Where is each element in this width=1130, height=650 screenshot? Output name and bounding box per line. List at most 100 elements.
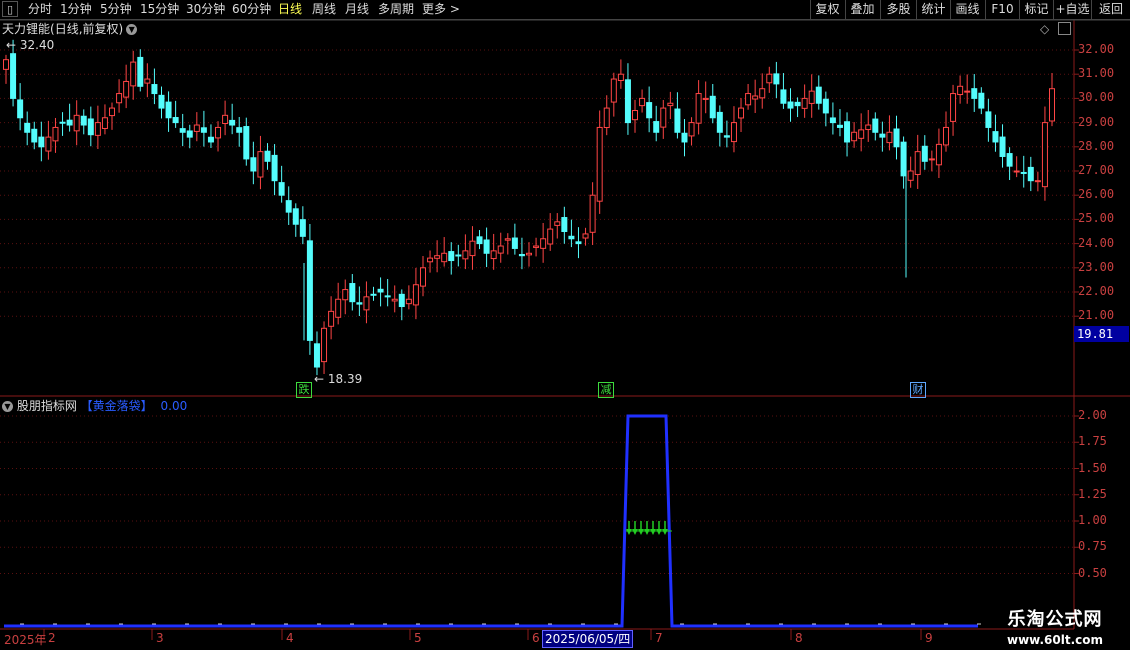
low-price-label: ← 18.39: [314, 372, 363, 386]
period-tab-10[interactable]: 更多 >: [422, 1, 460, 18]
candle-body: [596, 126, 603, 202]
candle-body: [1013, 170, 1020, 173]
candle-body: [299, 219, 306, 237]
stock-name[interactable]: 天力锂能: [0, 22, 50, 36]
period-tab-8[interactable]: 月线: [345, 1, 369, 18]
candle-body: [518, 253, 525, 257]
toolbar-button-7[interactable]: +自选: [1053, 0, 1091, 19]
candle-body: [490, 250, 497, 260]
period-tab-2[interactable]: 5分钟: [100, 1, 132, 18]
candle-body: [928, 158, 935, 161]
candle-body: [87, 118, 94, 136]
candle-body: [561, 217, 568, 233]
candle-body: [794, 101, 801, 107]
period-tab-0[interactable]: 分时: [28, 1, 52, 18]
candle-body: [412, 284, 419, 306]
candle-body: [179, 128, 186, 133]
candle-body: [3, 59, 9, 70]
candle-body: [207, 136, 214, 143]
year-label: 2025年: [4, 633, 47, 647]
down-arrow-head: [638, 529, 644, 535]
candle-body: [441, 252, 448, 263]
signal-marker-cai[interactable]: 财: [910, 382, 926, 398]
price-tick-label: 25.00: [1078, 211, 1115, 226]
candle-body: [801, 97, 808, 109]
period-tab-1[interactable]: 1分钟: [60, 1, 92, 18]
candle-body: [476, 236, 483, 245]
down-arrow-head: [650, 529, 656, 535]
candle-body: [144, 78, 151, 84]
indicator-name[interactable]: 股朋指标网: [17, 399, 77, 413]
candle-body: [660, 107, 667, 128]
indicator-value: 0.00: [160, 399, 188, 413]
watermark: 乐淘公式网 www.60lt.com: [985, 605, 1125, 647]
candle-body: [844, 121, 851, 143]
toolbar-button-5[interactable]: F10: [985, 0, 1019, 19]
candle-body: [504, 238, 511, 241]
candle-body: [257, 151, 264, 178]
menu-icon[interactable]: ▯: [2, 1, 18, 17]
toolbar-button-0[interactable]: 复权: [810, 0, 844, 19]
candle-body: [328, 310, 335, 327]
period-tab-3[interactable]: 15分钟: [140, 1, 179, 18]
indicator-formula: 【黄金落袋】: [80, 399, 153, 413]
candle-body: [815, 86, 822, 104]
period-tab-9[interactable]: 多周期: [378, 1, 414, 18]
candle-body: [306, 240, 313, 341]
period-tab-4[interactable]: 30分钟: [186, 1, 225, 18]
down-arrow-head: [656, 529, 662, 535]
candle-body: [285, 200, 292, 213]
candle-body: [851, 131, 858, 142]
toolbar-button-2[interactable]: 多股: [880, 0, 916, 19]
candle-body: [568, 235, 575, 240]
candle-body: [31, 128, 38, 143]
candle-body: [1034, 180, 1041, 183]
indicator-tick-label: 1.50: [1078, 460, 1107, 475]
candle-body: [1027, 166, 1034, 182]
candle-body: [172, 117, 179, 124]
period-tab-5[interactable]: 60分钟: [232, 1, 271, 18]
candle-body: [723, 135, 730, 138]
candle-body: [66, 119, 73, 126]
signal-marker-jian[interactable]: 减: [598, 382, 614, 398]
period-tab-7[interactable]: 周线: [312, 1, 336, 18]
candle-body: [716, 111, 723, 133]
toolbar-button-8[interactable]: 返回: [1091, 0, 1130, 19]
candle-body: [80, 115, 87, 126]
chevron-down-icon[interactable]: ▼: [126, 24, 138, 35]
chevron-down-icon[interactable]: ▼: [2, 401, 13, 412]
candle-body: [914, 151, 921, 175]
candle-body: [921, 145, 928, 162]
candle-body: [653, 121, 660, 133]
candlestick-chart[interactable]: [0, 0, 1130, 650]
candle-body: [45, 136, 52, 152]
candle-body: [674, 108, 681, 133]
candle-body: [702, 97, 709, 100]
candle-body: [681, 132, 688, 143]
candle-body: [427, 257, 434, 263]
candle-body: [688, 122, 695, 137]
candle-body: [165, 101, 172, 119]
candle-body: [950, 93, 957, 122]
candle-body: [455, 254, 462, 257]
panel-toggle-icon[interactable]: [1058, 22, 1071, 35]
period-tab-6[interactable]: 日线: [278, 1, 302, 18]
toolbar-button-3[interactable]: 统计: [916, 0, 950, 19]
candle-body: [101, 117, 108, 129]
toolbar-button-1[interactable]: 叠加: [845, 0, 879, 19]
candle-body: [766, 73, 773, 84]
toolbar-button-4[interactable]: 画线: [950, 0, 984, 19]
candle-body: [24, 122, 31, 133]
toolbar-button-6[interactable]: 标记: [1019, 0, 1053, 19]
diamond-icon[interactable]: ◇: [1040, 22, 1049, 36]
candle-body: [780, 89, 787, 104]
month-label: 9: [925, 631, 933, 645]
candle-body: [836, 124, 843, 128]
candle-body: [1020, 171, 1027, 174]
price-tick-label: 28.00: [1078, 138, 1115, 153]
signal-marker-die[interactable]: 跌: [296, 382, 312, 398]
candle-body: [292, 208, 299, 225]
candle-body: [886, 131, 893, 144]
candle-body: [554, 221, 561, 226]
down-arrow-head: [662, 529, 668, 535]
